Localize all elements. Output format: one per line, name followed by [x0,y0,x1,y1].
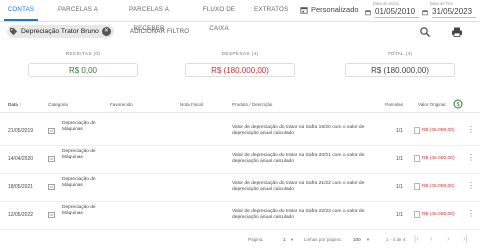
receipt-icon [414,183,420,192]
calendar-icon [422,10,428,16]
table-row[interactable]: 12/05/2022 Depreciação de Máquinas Valor… [0,202,480,230]
receitas-label: RECEITAS (0) [65,52,101,57]
row-installments: 1/1 [396,184,403,190]
row-product: Valor de depreciação do trator na Safra … [232,181,365,193]
despesas-value: R$ (180.000,00) [185,63,295,77]
start-date-value: 01/05/2010 [375,7,419,18]
category-icon [48,128,55,136]
row-value: R$ (45.000,00) [422,212,455,217]
row-date: 12/05/2022 [8,212,34,218]
receipt-icon [414,155,420,164]
pagination-bar: Página: 1 ▼ Linhas por página: 100 ▼ 1 -… [0,231,480,249]
summary-receitas: RECEITAS (0) R$ 0,00 [28,48,138,86]
row-category: Depreciação de Máquinas [62,205,96,216]
rows-per-page-select[interactable]: 100 [353,237,361,242]
print-icon[interactable] [451,26,463,38]
receipt-icon [414,127,420,136]
table-row[interactable]: 21/05/2019 Depreciação de Máquinas Valor… [0,118,480,146]
tab-parcelas-a-receber[interactable]: PARCELAS A RECEBER [116,0,182,32]
header-person[interactable]: Favorecido [110,102,133,107]
category-icon [48,184,55,192]
row-product: Valor de depreciação do trator na Safra … [232,153,365,165]
row-date: 18/05/2021 [8,184,34,190]
chevron-down-icon[interactable]: ▼ [290,237,294,242]
header-category[interactable]: Categoria [48,102,68,107]
filter-chip-label: Depreciação Trator Bruno [21,28,99,35]
svg-text:$: $ [456,102,459,108]
tab-bar: CONTAS PARCELAS A PAGAR PARCELAS A RECEB… [0,0,480,32]
row-date: 21/05/2019 [8,128,34,134]
total-value: R$ (180.000,00) [345,63,455,77]
header-date-label: Data [8,102,18,107]
tab-fluxo-de-caixa[interactable]: FLUXO DE CAIXA [193,0,245,32]
row-value: R$ (45.000,00) [422,156,455,161]
header-value[interactable]: Valor Original [418,102,446,107]
header-installments[interactable]: Parcelas [385,102,403,107]
header-product[interactable]: Produto / Descrição [232,102,272,107]
more-options-icon[interactable]: ⋮ [467,181,475,190]
row-category: Depreciação de Máquinas [62,177,96,188]
last-page-icon[interactable]: ›| [463,234,468,243]
summary-total: TOTAL (4) R$ (180.000,00) [345,48,455,86]
page-label: Página: [248,237,264,242]
despesas-label: DESPESAS (4) [221,52,259,57]
row-value: R$ (45.000,00) [422,184,455,189]
tag-icon [9,27,18,36]
row-category: Depreciação de Máquinas [62,149,96,160]
filter-chip[interactable]: Depreciação Trator Bruno ✕ [7,25,114,38]
more-options-icon[interactable]: ⋮ [467,125,475,134]
search-icon[interactable] [419,26,431,38]
receipt-icon [414,211,420,220]
calendar-icon [300,6,308,14]
tab-extratos[interactable]: EXTRATOS [254,0,288,21]
calendar-icon [365,10,371,16]
row-date: 14/04/2020 [8,156,34,162]
summary-despesas: DESPESAS (4) R$ (180.000,00) [185,48,295,86]
row-value: R$ (45.000,00) [422,128,455,133]
table-row[interactable]: 18/05/2021 Depreciação de Máquinas Valor… [0,174,480,202]
prev-page-icon[interactable]: ‹ [430,234,433,243]
category-icon [48,212,55,220]
period-selector[interactable]: Personalizado [300,5,359,14]
end-date-label: Data de Fim [430,1,453,6]
start-date-label: Data de Início [373,1,399,6]
more-options-icon[interactable]: ⋮ [467,153,475,162]
period-label: Personalizado [311,5,359,14]
tab-contas[interactable]: CONTAS [4,0,38,21]
filter-bar: Depreciação Trator Bruno ✕ ADICIONAR FIL… [0,22,480,42]
row-installments: 1/1 [396,212,403,218]
column-settings-icon[interactable]: $ [453,99,463,109]
total-label: TOTAL (4) [387,52,413,57]
table-row[interactable]: 14/04/2020 Depreciação de Máquinas Valor… [0,146,480,174]
end-date-field[interactable]: Data de Fim 31/05/2023 [422,1,476,18]
next-page-icon[interactable]: › [447,234,450,243]
header-invoice[interactable]: Nota Fiscal [180,102,203,107]
first-page-icon[interactable]: |‹ [414,234,419,243]
row-installments: 1/1 [396,156,403,162]
end-date-value: 31/05/2023 [432,7,476,18]
sort-arrow-icon: ↑ [19,102,22,108]
page-range: 1 - 4 de 4 [386,237,406,242]
start-date-field[interactable]: Data de Início 01/05/2010 [365,1,419,18]
row-product: Valor de depreciação do trator na Safra … [232,125,365,137]
tab-parcelas-a-pagar[interactable]: PARCELAS A PAGAR [50,0,106,32]
row-product: Valor de depreciação do trator na Safra … [232,209,365,221]
close-icon[interactable]: ✕ [101,27,111,36]
receitas-value: R$ 0,00 [28,63,138,77]
more-options-icon[interactable]: ⋮ [467,209,475,218]
category-icon [48,156,55,164]
rows-per-page-label: Linhas por página: [304,237,342,242]
page-select[interactable]: 1 [283,237,286,242]
row-installments: 1/1 [396,128,403,134]
chevron-down-icon[interactable]: ▼ [366,237,370,242]
row-category: Depreciação de Máquinas [62,121,96,132]
table-header: Data ↑ Categoria Favorecido Nota Fiscal … [0,97,480,113]
header-date[interactable]: Data ↑ [8,102,22,108]
add-filter-button[interactable]: ADICIONAR FILTRO [130,29,189,35]
